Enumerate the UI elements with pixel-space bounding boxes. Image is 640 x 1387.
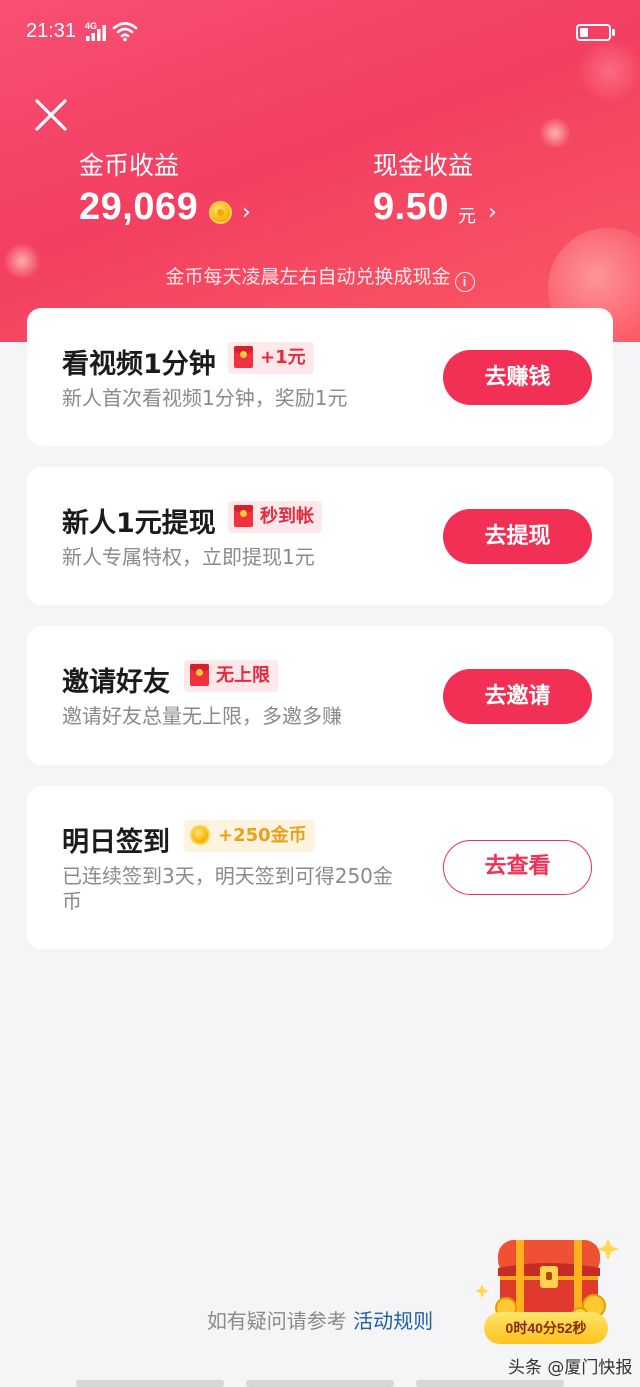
task-badge: +1元 xyxy=(228,342,314,374)
coin-earnings-label: 金币收益 xyxy=(79,151,180,180)
task-desc-line: 币 xyxy=(62,889,82,913)
invite-button[interactable]: 去邀请 xyxy=(443,669,592,724)
task-card-watch-video: 看视频1分钟 +1元 新人首次看视频1分钟，奖励1元 去赚钱 xyxy=(27,308,613,446)
close-icon[interactable] xyxy=(32,96,70,134)
divider xyxy=(76,1380,224,1387)
battery-icon xyxy=(576,24,615,41)
red-envelope-icon xyxy=(234,505,253,527)
signal-icon xyxy=(86,25,106,41)
chevron-right-icon[interactable]: › xyxy=(488,200,497,225)
task-title: 看视频1分钟 xyxy=(62,349,216,380)
decorative-bokeh xyxy=(538,118,572,148)
earn-money-button[interactable]: 去赚钱 xyxy=(443,350,592,405)
task-desc: 邀请好友总量无上限，多邀多赚 xyxy=(62,704,342,728)
task-desc-line: 已连续签到3天，明天签到可得250金 xyxy=(62,864,393,888)
task-badge: 秒到帐 xyxy=(228,501,322,533)
exchange-hint-text: 金币每天凌晨左右自动兑换成现金 xyxy=(165,266,451,288)
divider xyxy=(246,1380,394,1387)
coin-icon xyxy=(190,825,210,845)
task-title: 新人1元提现 xyxy=(62,508,216,539)
task-title: 邀请好友 xyxy=(62,667,170,698)
status-bar: 21:31 4G xyxy=(0,0,640,66)
coin-earnings-value[interactable]: 29,069 xyxy=(79,186,198,229)
activity-rules-link[interactable]: 活动规则 xyxy=(353,1309,433,1333)
task-badge: 无上限 xyxy=(184,660,278,692)
red-envelope-icon xyxy=(234,346,253,368)
cash-earnings-value[interactable]: 9.50 xyxy=(373,186,449,229)
task-desc: 新人专属特权，立即提现1元 xyxy=(62,545,315,569)
red-envelope-icon xyxy=(190,664,209,686)
chevron-right-icon[interactable]: › xyxy=(242,200,251,225)
task-desc: 新人首次看视频1分钟，奖励1元 xyxy=(62,386,348,410)
countdown-timer: 0时40分52秒 xyxy=(484,1312,608,1344)
info-icon[interactable]: i xyxy=(454,272,475,292)
coin-icon xyxy=(209,201,232,224)
task-card-checkin: 明日签到 +250金币 已连续签到3天，明天签到可得250金 币 去查看 xyxy=(27,786,613,949)
task-badge: +250金币 xyxy=(184,820,315,852)
task-desc: 已连续签到3天，明天签到可得250金 币 xyxy=(62,864,393,914)
divider xyxy=(416,1380,564,1387)
watermark: 头条 @厦门快报 xyxy=(508,1358,633,1378)
task-card-invite: 邀请好友 无上限 邀请好友总量无上限，多邀多赚 去邀请 xyxy=(27,626,613,765)
view-checkin-button[interactable]: 去查看 xyxy=(443,840,592,895)
task-card-withdraw: 新人1元提现 秒到帐 新人专属特权，立即提现1元 去提现 xyxy=(27,467,613,605)
status-time: 21:31 xyxy=(26,20,77,42)
wifi-icon xyxy=(112,22,138,42)
earnings-header: 21:31 4G 金币收益 29,069 › 现金收益 9.50 元 › 金币每… xyxy=(0,0,640,342)
withdraw-button[interactable]: 去提现 xyxy=(443,509,592,564)
cash-earnings-label: 现金收益 xyxy=(373,151,474,180)
cash-unit: 元 xyxy=(458,206,476,227)
footer-text: 如有疑问请参考 xyxy=(206,1309,347,1333)
task-title: 明日签到 xyxy=(62,827,170,858)
exchange-hint: 金币每天凌晨左右自动兑换成现金 i xyxy=(0,262,640,292)
